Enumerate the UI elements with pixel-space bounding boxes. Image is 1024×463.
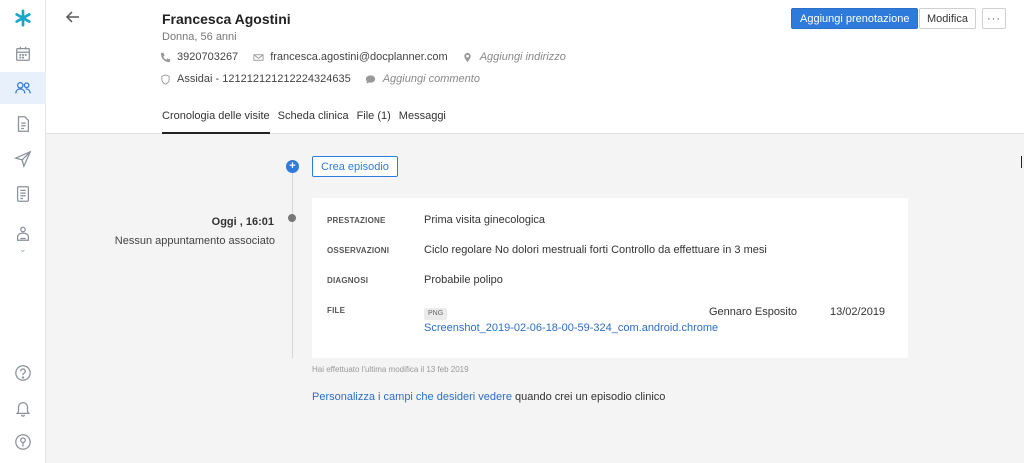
- prestazione-value: Prima visita ginecologica: [424, 214, 546, 226]
- more-options-button[interactable]: ···: [982, 8, 1006, 29]
- tab-files[interactable]: File (1): [357, 108, 391, 134]
- osservazioni-label: OSSERVAZIONI: [327, 246, 390, 255]
- account-icon[interactable]: [11, 430, 35, 454]
- create-episode-button[interactable]: Crea episodio: [312, 156, 398, 177]
- timeline-line: [292, 168, 293, 358]
- chevron-down-icon[interactable]: ⌄: [19, 244, 27, 255]
- file-label: FILE: [327, 306, 346, 315]
- send-icon[interactable]: [11, 147, 35, 171]
- last-modified-text: Hai effettuato l'ultima modifica il 13 f…: [312, 365, 469, 374]
- visit-note: Nessun appuntamento associato: [114, 235, 275, 247]
- edit-button[interactable]: Modifica: [919, 8, 976, 29]
- tab-bar: Cronologia delle visite Scheda clinica F…: [162, 108, 454, 134]
- add-episode-icon[interactable]: +: [286, 160, 299, 173]
- shield-icon: [159, 73, 171, 85]
- patient-header: Francesca Agostini Donna, 56 anni 392070…: [46, 0, 1024, 134]
- insurance-row: Assidai - 121212121212224324635 Aggiungi…: [159, 73, 480, 85]
- prestazione-label: PRESTAZIONE: [327, 216, 386, 225]
- patient-subtitle: Donna, 56 anni: [162, 31, 237, 43]
- help-icon[interactable]: [11, 361, 35, 385]
- timeline-dot: [288, 214, 296, 222]
- file-date: 13/02/2019: [830, 306, 886, 318]
- logo-icon[interactable]: [11, 6, 35, 30]
- document-icon[interactable]: [11, 112, 35, 136]
- patients-icon[interactable]: [11, 76, 35, 100]
- tab-clinical-record[interactable]: Scheda clinica: [278, 108, 349, 134]
- calendar-icon[interactable]: [11, 42, 35, 66]
- episode-card: PRESTAZIONE Prima visita ginecologica OS…: [312, 198, 908, 358]
- add-booking-button[interactable]: Aggiungi prenotazione: [791, 8, 919, 29]
- osservazioni-value: Ciclo regolare No dolori mestruali forti…: [424, 244, 767, 256]
- bell-icon[interactable]: [11, 396, 35, 420]
- customize-fields-link[interactable]: Personalizza i campi che desideri vedere: [312, 391, 512, 403]
- file-type-badge: PNG: [424, 308, 448, 320]
- diagnosi-label: DIAGNOSI: [327, 276, 369, 285]
- add-comment-link[interactable]: Aggiungi commento: [383, 73, 480, 85]
- patient-insurance: Assidai - 121212121212224324635: [177, 73, 351, 85]
- phone-icon: [159, 51, 171, 63]
- text-cursor: [1021, 156, 1022, 168]
- email-icon: [252, 51, 264, 63]
- contact-row: 3920703267 francesca.agostini@docplanner…: [159, 51, 566, 63]
- comment-icon: [365, 73, 377, 85]
- patient-name: Francesca Agostini: [162, 11, 291, 27]
- back-arrow-icon[interactable]: [64, 8, 82, 26]
- tab-visit-history[interactable]: Cronologia delle visite: [162, 108, 270, 134]
- integrations-icon[interactable]: [11, 222, 35, 246]
- file-link[interactable]: Screenshot_2019-02-06-18-00-59-324_com.a…: [424, 322, 718, 334]
- report-icon[interactable]: [11, 182, 35, 206]
- file-author: Gennaro Esposito: [709, 306, 798, 318]
- patient-email[interactable]: francesca.agostini@docplanner.com: [270, 51, 448, 63]
- patient-phone[interactable]: 3920703267: [177, 51, 238, 63]
- diagnosi-value: Probabile polipo: [424, 274, 503, 286]
- add-address-link[interactable]: Aggiungi indirizzo: [480, 51, 566, 63]
- customize-suffix: quando crei un episodio clinico: [511, 391, 666, 403]
- location-icon: [462, 51, 474, 63]
- visit-time: Oggi , 16:01: [211, 216, 274, 228]
- customize-row: Personalizza i campi che desideri vedere…: [312, 391, 665, 403]
- sidebar: ⌄: [0, 0, 46, 463]
- tab-messages[interactable]: Messaggi: [399, 108, 446, 134]
